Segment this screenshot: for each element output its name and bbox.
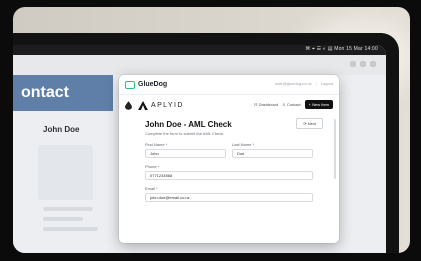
browser-toolbar xyxy=(13,55,386,76)
browser-extension-icons xyxy=(350,61,376,67)
background-contact-name: John Doe xyxy=(43,125,80,134)
email-field-group: Email * john.doe@email.co.nz xyxy=(145,186,313,202)
first-name-field-group: First Name * John xyxy=(145,142,226,158)
aml-check-form: John Doe - AML Check Complete the form t… xyxy=(119,115,339,202)
email-row: Email * john.doe@email.co.nz xyxy=(145,186,313,202)
popup-nav: APLYID ☷ Dashboard ♙ Contact + New Item xyxy=(119,95,339,115)
first-name-label: First Name * xyxy=(145,142,168,147)
email-input[interactable]: john.doe@email.co.nz xyxy=(145,193,313,202)
background-page-header: ontact xyxy=(13,75,113,111)
aplyid-logo-icon xyxy=(138,100,148,110)
os-menubar: ⌘ ⌖ ☰ ◐ ▤ Mon 15 Mar 14:00 xyxy=(13,45,386,55)
background-text-line xyxy=(43,227,98,231)
background-avatar xyxy=(38,145,93,200)
logout-link[interactable]: Logout xyxy=(321,81,333,86)
phone-row: Phone * 0771234568 xyxy=(145,164,313,180)
extension-icon[interactable] xyxy=(360,61,366,67)
aplyid-logo-text: APLYID xyxy=(151,101,184,109)
email-label: Email * xyxy=(145,186,158,191)
drop-icon xyxy=(125,100,132,110)
menubar-status: ⌘ ⌖ ☰ ◐ ▤ Mon 15 Mar 14:00 xyxy=(305,46,378,52)
extension-icon[interactable] xyxy=(370,61,376,67)
last-name-label: Last Name * xyxy=(232,142,255,147)
video-thumbnail-card: ⌘ ⌖ ☰ ◐ ▤ Mon 15 Mar 14:00 ontact John D… xyxy=(13,7,410,253)
account-email: user@gluedog.co.nz xyxy=(274,81,312,86)
form-subtitle: Complete the form to submit the AML Chec… xyxy=(145,131,224,136)
background-text-line xyxy=(43,207,93,211)
next-button[interactable]: ⟳ Next xyxy=(296,118,323,129)
dashboard-link[interactable]: ☷ Dashboard xyxy=(254,102,278,107)
contact-link[interactable]: ♙ Contact xyxy=(282,102,300,107)
popup-header: GlueDog user@gluedog.co.nz | Logout xyxy=(119,75,339,95)
brand-name: GlueDog xyxy=(138,81,168,88)
first-name-input[interactable]: John xyxy=(145,149,226,158)
phone-label: Phone * xyxy=(145,164,160,169)
popup-scrollbar[interactable] xyxy=(334,119,336,179)
background-text-line xyxy=(43,217,83,221)
account-area: user@gluedog.co.nz | Logout xyxy=(275,81,333,86)
form-title: John Doe - AML Check xyxy=(145,120,232,129)
name-row: First Name * John Last Name * Doe xyxy=(145,142,313,158)
popup-nav-links: ☷ Dashboard ♙ Contact + New Item xyxy=(254,100,333,109)
phone-field-group: Phone * 0771234568 xyxy=(145,164,313,180)
last-name-input[interactable]: Doe xyxy=(232,149,313,158)
last-name-field-group: Last Name * Doe xyxy=(232,142,313,158)
divider: | xyxy=(315,81,317,86)
gluedog-extension-popup: GlueDog user@gluedog.co.nz | Logout APLY… xyxy=(119,75,339,243)
phone-input[interactable]: 0771234568 xyxy=(145,171,313,180)
extension-icon[interactable] xyxy=(350,61,356,67)
gluedog-logo-icon xyxy=(125,80,135,89)
new-item-button[interactable]: + New Item xyxy=(304,100,333,109)
